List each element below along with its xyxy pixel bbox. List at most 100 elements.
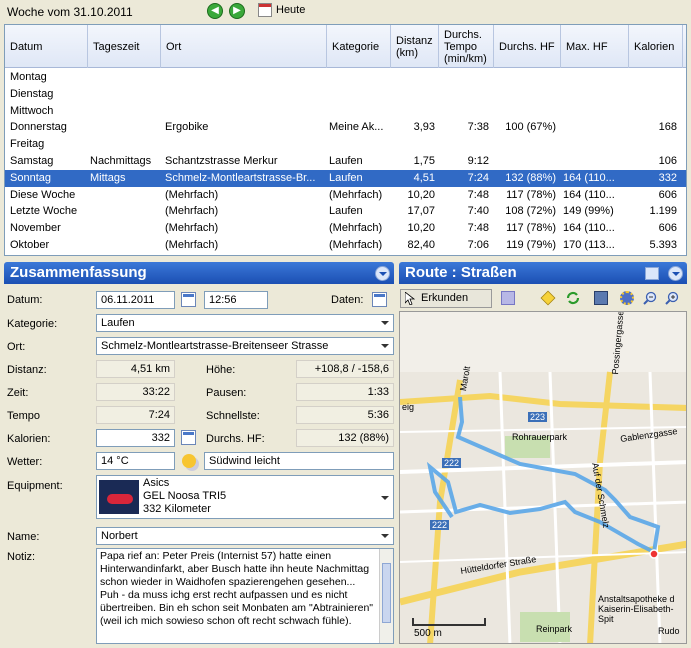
zoom-in-icon[interactable] bbox=[665, 291, 679, 305]
col-kategorie[interactable]: Kategorie bbox=[327, 25, 391, 68]
daten-label: Daten: bbox=[331, 294, 364, 306]
table-cell: 606 bbox=[658, 188, 677, 201]
table-cell: Schmelz-Montleartstrasse-Br... bbox=[165, 171, 316, 184]
scroll-thumb[interactable] bbox=[382, 563, 391, 623]
summary-panel-header: Zusammenfassung bbox=[4, 262, 394, 284]
notiz-line: Papa rief an: Peter Preis (Internist 57)… bbox=[100, 550, 332, 562]
table-cell: 100 (67%) bbox=[505, 121, 556, 134]
pausen-label: Pausen: bbox=[206, 387, 247, 399]
settings-icon[interactable] bbox=[620, 291, 634, 305]
col-durchs-hf[interactable]: Durchs. HF bbox=[494, 25, 561, 68]
table-row[interactable]: Sonntag Mittags Schmelz-Montleartstrasse-B… bbox=[5, 169, 686, 187]
tempo-value: 7:24 bbox=[96, 406, 175, 424]
calendar-icon[interactable] bbox=[181, 292, 196, 307]
select-area-icon[interactable] bbox=[501, 291, 515, 305]
map-label-222a: 222 bbox=[442, 458, 462, 468]
ort-label: Ort: bbox=[7, 341, 26, 353]
col-kalorien[interactable]: Kalorien bbox=[629, 25, 683, 68]
today-button[interactable]: Heute bbox=[276, 4, 305, 16]
wetter-text-input[interactable]: Südwind leicht bbox=[204, 452, 394, 470]
table-row[interactable]: Oktober (Mehrfach) (Mehrfach) 82,40 7:06 119 … bbox=[5, 237, 686, 254]
table-row[interactable]: Diese Woche (Mehrfach) (Mehrfach) 10,20 7:48… bbox=[5, 187, 686, 204]
arrow-left-icon[interactable]: ◀ bbox=[207, 3, 223, 19]
table-cell: 164 (110... bbox=[563, 222, 615, 235]
data-grid-icon[interactable] bbox=[372, 292, 387, 307]
table-cell: Donnerstag bbox=[10, 121, 67, 134]
table-cell: 168 bbox=[658, 121, 677, 134]
chevron-down-icon[interactable] bbox=[378, 338, 393, 354]
table-cell: 7:48 bbox=[467, 222, 489, 235]
hoehe-label: Höhe: bbox=[206, 364, 236, 376]
table-cell: 117 (78%) bbox=[506, 222, 556, 235]
zoom-out-icon[interactable] bbox=[643, 291, 657, 305]
datum-input[interactable]: 06.11.2011 bbox=[96, 291, 175, 309]
table-cell: Ergobike bbox=[165, 121, 209, 134]
wetter-temp-input[interactable]: 14 °C bbox=[96, 452, 175, 470]
distanz-value: 4,51 km bbox=[96, 360, 175, 378]
table-cell: 10,20 bbox=[407, 222, 435, 235]
notiz-label: Notiz: bbox=[7, 551, 36, 563]
map-label-223: 223 bbox=[528, 412, 548, 422]
datum-label: Datum: bbox=[7, 294, 43, 306]
table-cell: Sonntag bbox=[10, 171, 51, 184]
col-datum[interactable]: Datum bbox=[5, 25, 88, 68]
table-cell: (Mehrfach) bbox=[329, 239, 383, 251]
table-cell: 106 bbox=[658, 155, 677, 167]
map-label-rohrauerpark: Rohrauerpark bbox=[512, 432, 568, 442]
col-tempo[interactable]: Durchs. Tempo (min/km) bbox=[439, 25, 494, 68]
col-tageszeit[interactable]: Tageszeit bbox=[88, 25, 161, 68]
map-label-reinpark: Reinpark bbox=[536, 624, 573, 634]
collapse-route-icon[interactable] bbox=[668, 266, 683, 281]
calculator-icon[interactable] bbox=[181, 430, 196, 445]
map-scale-bar bbox=[412, 618, 486, 626]
save-icon[interactable] bbox=[594, 291, 608, 305]
notiz-line: (weil ich mich sowieso schon oft recht s… bbox=[100, 615, 352, 627]
name-label: Name: bbox=[7, 531, 40, 543]
equipment-select[interactable]: Asics GEL Noosa TRI5 332 Kilometer bbox=[96, 475, 394, 519]
table-cell: 7:38 bbox=[467, 121, 489, 134]
table-cell: Mittags bbox=[90, 171, 126, 184]
arrow-right-icon[interactable]: ▶ bbox=[229, 3, 245, 19]
col-distanz[interactable]: Distanz (km) bbox=[391, 25, 439, 68]
table-row[interactable]: Freitag bbox=[5, 136, 686, 153]
table-row[interactable]: Mittwoch bbox=[5, 103, 686, 120]
week-title: Woche vom 31.10.2011 bbox=[7, 5, 133, 19]
table-row[interactable]: Montag bbox=[5, 69, 686, 86]
time-input[interactable]: 12:56 bbox=[204, 291, 268, 309]
table-row[interactable]: Donnerstag Ergobike Meine Ak... 3,93 7:38 100… bbox=[5, 119, 686, 136]
table-cell: (Mehrfach) bbox=[165, 205, 219, 218]
notiz-line: übertreiben. Bin eh schon seit Monbaten … bbox=[100, 602, 374, 614]
table-cell: Freitag bbox=[10, 138, 45, 151]
chevron-down-icon[interactable] bbox=[378, 490, 393, 506]
distanz-label: Distanz: bbox=[7, 364, 47, 376]
layout-icon[interactable] bbox=[645, 267, 659, 280]
map-label-apotheke-2: Kaiserin-Elisabeth-Spit bbox=[598, 604, 674, 624]
col-ort[interactable]: Ort bbox=[161, 25, 327, 68]
route-map[interactable]: Marolt eig Possingergasse Rohrauerpark G… bbox=[399, 311, 687, 644]
table-cell: 119 (79%) bbox=[506, 239, 556, 251]
calendar-icon[interactable] bbox=[258, 3, 272, 17]
hoehe-value: +108,8 / -158,6 bbox=[296, 360, 394, 378]
table-cell: 7:40 bbox=[467, 205, 489, 218]
schnellste-value: 5:36 bbox=[296, 406, 394, 424]
table-row[interactable]: Dienstag bbox=[5, 86, 686, 103]
col-max-hf[interactable]: Max. HF bbox=[561, 25, 629, 68]
tempo-label: Tempo bbox=[7, 410, 41, 422]
table-row[interactable]: November (Mehrfach) (Mehrfach) 10,20 7:48 117… bbox=[5, 220, 686, 237]
chevron-down-icon[interactable] bbox=[378, 528, 393, 544]
table-cell: 149 (99%) bbox=[563, 205, 614, 218]
chevron-down-icon[interactable] bbox=[378, 315, 393, 331]
name-select[interactable]: Norbert bbox=[96, 527, 394, 545]
table-cell: 606 bbox=[658, 222, 677, 235]
weather-sun-icon[interactable] bbox=[182, 454, 196, 468]
ort-select[interactable]: Schmelz-Montleartstrasse-Breitenseer Str… bbox=[96, 337, 394, 355]
table-row[interactable]: Letzte Woche (Mehrfach) Laufen 17,07 7:40 108… bbox=[5, 203, 686, 220]
kategorie-select[interactable]: Laufen bbox=[96, 314, 394, 332]
refresh-icon[interactable] bbox=[566, 291, 580, 305]
table-row[interactable]: Samstag Nachmittags Schantzstrasse Merkur L… bbox=[5, 153, 686, 170]
kalorien-input[interactable]: 332 bbox=[96, 429, 175, 447]
collapse-summary-icon[interactable] bbox=[375, 266, 390, 281]
notiz-scrollbar[interactable] bbox=[379, 549, 393, 643]
notiz-textarea[interactable]: Papa rief an: Peter Preis (Internist 57)… bbox=[96, 548, 394, 644]
equipment-brand: Asics bbox=[143, 477, 170, 489]
